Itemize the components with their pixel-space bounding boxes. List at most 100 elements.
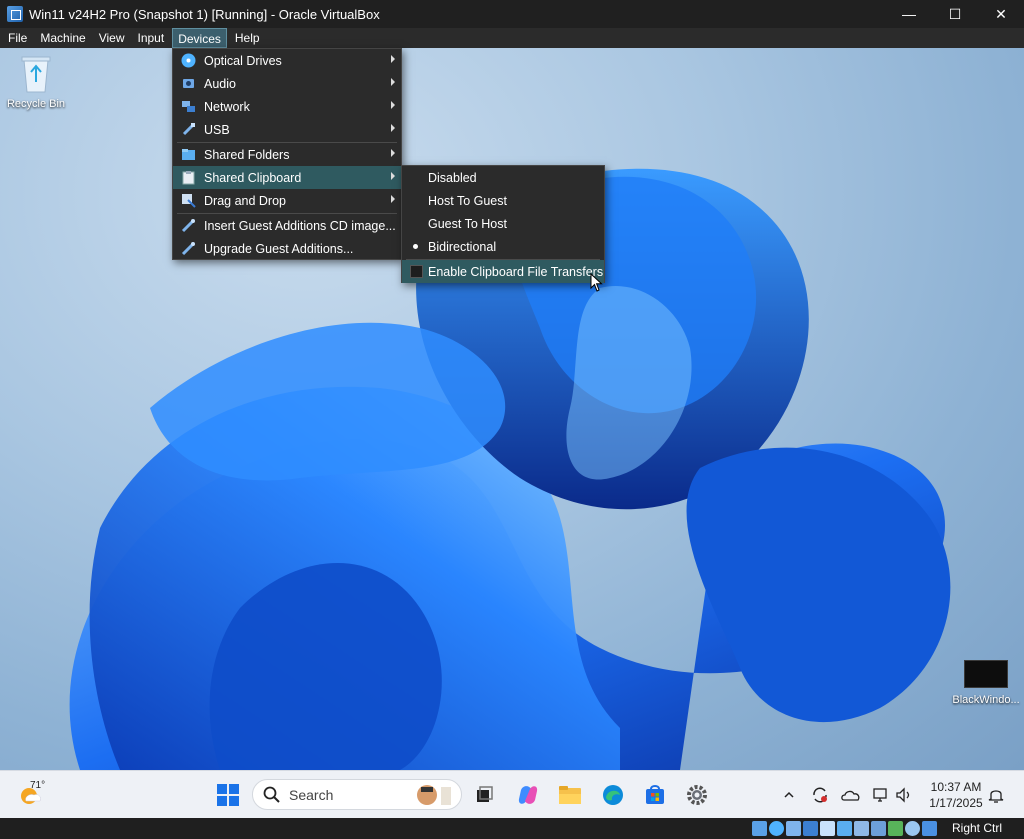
menu-help[interactable]: Help <box>230 28 265 48</box>
onedrive-icon[interactable] <box>841 785 861 805</box>
system-clock[interactable]: 10:37 AM 1/17/2025 <box>922 779 990 811</box>
menu-input[interactable]: Input <box>133 28 170 48</box>
menu-item-label: Audio <box>204 76 236 91</box>
app-thumbnail <box>964 660 1008 688</box>
host-key-label: Right Ctrl <box>952 821 1003 835</box>
weather-temp: 71° <box>30 780 46 791</box>
task-view-button[interactable] <box>468 779 500 811</box>
upgrade-icon <box>180 241 196 257</box>
audio-status-icon[interactable] <box>786 821 801 836</box>
guest-desktop[interactable]: Recycle Bin BlackWindo... <box>0 48 1024 770</box>
menu-item-shared-folders[interactable]: Shared Folders <box>173 143 401 166</box>
guest-additions-icon <box>180 218 196 234</box>
submenu-arrow-icon <box>391 55 395 63</box>
desktop-icon-recycle-bin[interactable]: Recycle Bin <box>0 52 72 110</box>
window-title: Win11 v24H2 Pro (Snapshot 1) [Running] -… <box>29 6 380 22</box>
menu-item-drag-and-drop[interactable]: Drag and Drop <box>173 189 401 212</box>
menu-item-label: Upgrade Guest Additions... <box>204 241 354 256</box>
virtualbox-icon <box>7 6 23 22</box>
shared-folder-icon <box>180 147 196 163</box>
menu-item-network[interactable]: Network <box>173 95 401 118</box>
hard-disk-status-icon[interactable] <box>752 821 767 836</box>
clipboard-option-host-to-guest[interactable]: Host To Guest <box>402 189 604 212</box>
display-status-icon[interactable] <box>854 821 869 836</box>
menu-item-shared-clipboard[interactable]: Shared Clipboard <box>173 166 401 189</box>
copilot-icon <box>518 786 538 804</box>
menu-item-label: Shared Clipboard <box>204 170 302 185</box>
notifications-bell-icon[interactable] <box>986 785 1006 805</box>
mouse-cursor-icon <box>590 273 603 292</box>
edge-button[interactable] <box>597 779 629 811</box>
menu-item-optical-drives[interactable]: Optical Drives <box>173 49 401 72</box>
edge-icon <box>603 785 623 805</box>
menu-item-usb[interactable]: USB <box>173 118 401 141</box>
windows-bloom-wallpaper <box>69 168 951 770</box>
store-button[interactable] <box>639 779 671 811</box>
recording-status-icon[interactable] <box>871 821 886 836</box>
taskbar-search-box[interactable]: Search <box>252 779 462 810</box>
clipboard-option-guest-to-host[interactable]: Guest To Host <box>402 212 604 235</box>
windows-logo-icon <box>217 784 239 806</box>
maximize-button[interactable]: ☐ <box>932 0 978 28</box>
blackwindow-label: BlackWindo... <box>952 694 1020 706</box>
optical-drive-status-icon[interactable] <box>769 821 784 836</box>
clipboard-option-disabled[interactable]: Disabled <box>402 166 604 189</box>
menu-machine[interactable]: Machine <box>35 28 90 48</box>
window-titlebar: Win11 v24H2 Pro (Snapshot 1) [Running] -… <box>0 0 1024 28</box>
file-explorer-button[interactable] <box>554 779 586 811</box>
keyboard-capture-status-icon[interactable] <box>922 821 937 836</box>
search-highlight-art-icon <box>417 785 451 805</box>
search-icon <box>263 786 280 803</box>
menu-item-label: Optical Drives <box>204 53 282 68</box>
option-label: Bidirectional <box>428 239 497 254</box>
submenu-arrow-icon <box>391 149 395 157</box>
option-label: Enable Clipboard File Transfers <box>428 264 604 279</box>
copilot-button[interactable] <box>512 779 544 811</box>
submenu-arrow-icon <box>391 78 395 86</box>
settings-icon <box>687 785 707 805</box>
network-status-icon[interactable] <box>871 785 891 805</box>
minimize-button[interactable]: — <box>886 0 932 28</box>
file-explorer-icon <box>559 786 581 804</box>
submenu-arrow-icon <box>391 172 395 180</box>
drag-drop-icon <box>180 193 196 209</box>
radio-selected-icon <box>413 244 418 249</box>
store-icon <box>646 785 664 804</box>
menu-item-audio[interactable]: Audio <box>173 72 401 95</box>
device-status-icons <box>752 821 937 836</box>
close-button[interactable]: ✕ <box>978 0 1024 28</box>
clipboard-icon <box>180 170 196 186</box>
virtualization-status-icon[interactable] <box>888 821 903 836</box>
menu-devices[interactable]: Devices <box>172 28 227 48</box>
audio-icon <box>180 76 196 92</box>
menu-item-label: Shared Folders <box>204 147 290 162</box>
clipboard-option-bidirectional[interactable]: Bidirectional <box>402 235 604 258</box>
menu-bar: File Machine View Input Devices Help <box>0 28 1024 48</box>
usb-status-icon[interactable] <box>820 821 835 836</box>
sync-icon[interactable] <box>810 785 830 805</box>
network-status-icon[interactable] <box>803 821 818 836</box>
windows-taskbar: 71° Search 10:37 AM 1/17/2025 <box>0 770 1024 818</box>
shared-folders-status-icon[interactable] <box>837 821 852 836</box>
menu-view[interactable]: View <box>94 28 130 48</box>
clipboard-file-transfers-toggle[interactable]: Enable Clipboard File Transfers <box>402 260 604 283</box>
shared-clipboard-submenu: Disabled Host To Guest Guest To Host Bid… <box>401 165 605 283</box>
volume-icon[interactable] <box>894 785 914 805</box>
menu-file[interactable]: File <box>3 28 32 48</box>
submenu-arrow-icon <box>391 101 395 109</box>
mouse-integration-status-icon[interactable] <box>905 821 920 836</box>
settings-button[interactable] <box>681 779 713 811</box>
menu-item-label: Drag and Drop <box>204 193 286 208</box>
search-label: Search <box>289 786 334 803</box>
recycle-bin-label: Recycle Bin <box>6 98 66 110</box>
task-view-icon <box>477 786 493 802</box>
menu-item-label: Insert Guest Additions CD image... <box>204 218 396 233</box>
menu-item-upgrade-guest-additions[interactable]: Upgrade Guest Additions... <box>173 237 401 260</box>
menu-item-insert-guest-additions[interactable]: Insert Guest Additions CD image... <box>173 214 401 237</box>
start-button[interactable] <box>212 779 244 811</box>
optical-disc-icon <box>180 53 196 69</box>
checkbox-icon <box>410 265 423 278</box>
menu-item-label: USB <box>204 122 230 137</box>
desktop-icon-blackwindow[interactable]: BlackWindo... <box>948 660 1024 706</box>
chevron-up-icon[interactable] <box>779 785 799 805</box>
